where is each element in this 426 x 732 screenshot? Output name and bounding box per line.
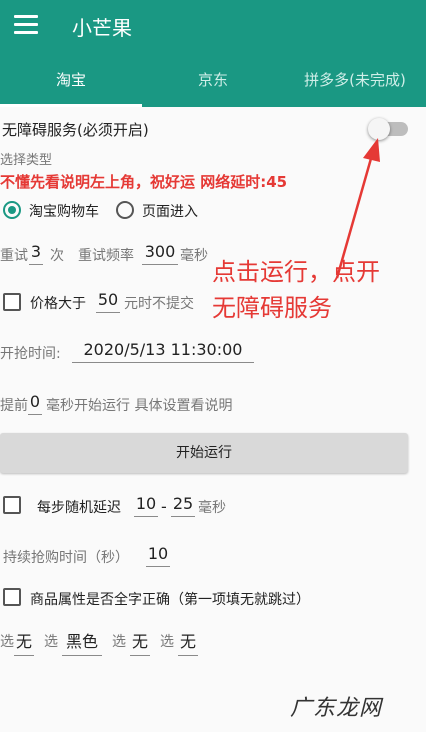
watermark: 广东龙网 — [290, 696, 383, 721]
annotation-line-1: 点击运行，点开 — [212, 258, 380, 286]
annotation-line-2: 无障碍服务 — [212, 294, 332, 322]
red-arrow-icon — [335, 138, 380, 279]
